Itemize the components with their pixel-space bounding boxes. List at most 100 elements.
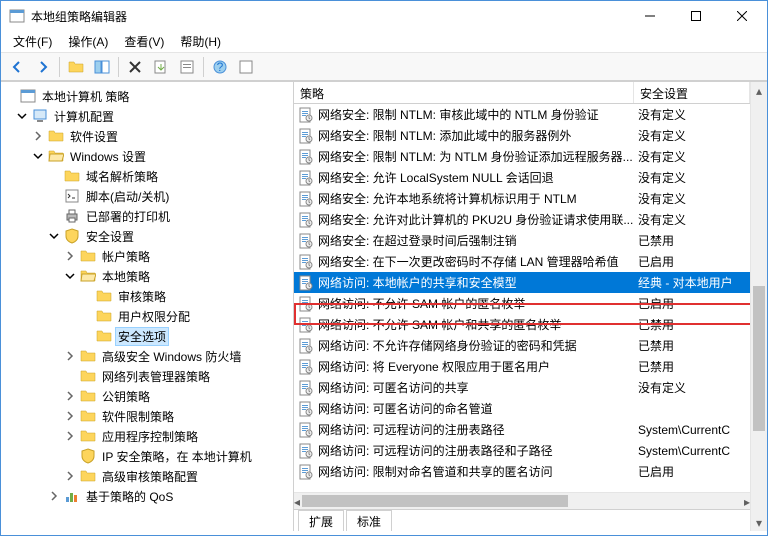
- list-row[interactable]: 网络访问: 可匿名访问的命名管道: [294, 398, 750, 419]
- scroll-thumb-h[interactable]: [302, 495, 568, 507]
- titlebar[interactable]: 本地组策略编辑器: [1, 1, 767, 31]
- toggle-icon[interactable]: [63, 469, 77, 483]
- minimize-button[interactable]: [627, 1, 673, 31]
- policy-name: 网络访问: 本地帐户的共享和安全模型: [318, 274, 638, 291]
- policy-icon: [298, 464, 314, 480]
- tree-ipsec[interactable]: IP 安全策略，在 本地计算机: [1, 446, 293, 466]
- tree-root[interactable]: 本地计算机 策略: [1, 86, 293, 106]
- list-row[interactable]: 网络访问: 不允许 SAM 帐户和共享的匿名枚举已禁用: [294, 314, 750, 335]
- policy-icon: [298, 149, 314, 165]
- tree-firewall[interactable]: 高级安全 Windows 防火墙: [1, 346, 293, 366]
- policy-setting: 经典 - 对本地用户: [638, 274, 750, 291]
- policy-name: 网络安全: 限制 NTLM: 审核此域中的 NTLM 身份验证: [318, 106, 638, 123]
- list-row[interactable]: 网络访问: 可匿名访问的共享没有定义: [294, 377, 750, 398]
- tree-local-policies[interactable]: 本地策略: [1, 266, 293, 286]
- up-button[interactable]: [64, 55, 88, 79]
- tree-scripts[interactable]: 脚本(启动/关机): [1, 186, 293, 206]
- policy-icon: [298, 338, 314, 354]
- menu-action[interactable]: 操作(A): [60, 31, 116, 52]
- policy-icon: [298, 317, 314, 333]
- tree-user-rights[interactable]: 用户权限分配: [1, 306, 293, 326]
- policy-icon: [298, 170, 314, 186]
- list-row[interactable]: 网络安全: 允许对此计算机的 PKU2U 身份验证请求使用联...没有定义: [294, 209, 750, 230]
- tab-standard[interactable]: 标准: [346, 510, 392, 531]
- tree-pubkey[interactable]: 公钥策略: [1, 386, 293, 406]
- tree-audit-policy[interactable]: 审核策略: [1, 286, 293, 306]
- toggle-icon[interactable]: [47, 489, 61, 503]
- maximize-button[interactable]: [673, 1, 719, 31]
- scroll-thumb-v[interactable]: [753, 286, 765, 431]
- menu-file[interactable]: 文件(F): [5, 31, 60, 52]
- tree-nlm[interactable]: 网络列表管理器策略: [1, 366, 293, 386]
- list-row[interactable]: 网络安全: 限制 NTLM: 审核此域中的 NTLM 身份验证没有定义: [294, 104, 750, 125]
- list-row[interactable]: 网络访问: 不允许 SAM 帐户的匿名枚举已启用: [294, 293, 750, 314]
- scroll-up-button[interactable]: ▴: [751, 82, 767, 99]
- tabs: 扩展 标准: [294, 509, 750, 531]
- list-row[interactable]: 网络访问: 将 Everyone 权限应用于匿名用户已禁用: [294, 356, 750, 377]
- toggle-icon[interactable]: [63, 429, 77, 443]
- tree-dns[interactable]: 域名解析策略: [1, 166, 293, 186]
- list-row[interactable]: 网络安全: 在下一次更改密码时不存储 LAN 管理器哈希值已启用: [294, 251, 750, 272]
- tree-printers[interactable]: 已部署的打印机: [1, 206, 293, 226]
- list-row[interactable]: 网络安全: 在超过登录时间后强制注销已禁用: [294, 230, 750, 251]
- export-button[interactable]: [149, 55, 173, 79]
- help-button[interactable]: ?: [208, 55, 232, 79]
- tree-qos[interactable]: 基于策略的 QoS: [1, 486, 293, 506]
- toggle-icon[interactable]: [63, 249, 77, 263]
- policy-setting: 已启用: [638, 253, 750, 270]
- policy-name: 网络安全: 在下一次更改密码时不存储 LAN 管理器哈希值: [318, 253, 638, 270]
- policy-name: 网络安全: 限制 NTLM: 为 NTLM 身份验证添加远程服务器...: [318, 148, 638, 165]
- list-row[interactable]: 网络访问: 不允许存储网络身份验证的密码和凭据已禁用: [294, 335, 750, 356]
- tree-account-policies[interactable]: 帐户策略: [1, 246, 293, 266]
- policy-name: 网络访问: 不允许 SAM 帐户的匿名枚举: [318, 295, 638, 312]
- policy-setting: 没有定义: [638, 379, 750, 396]
- list-row[interactable]: 网络安全: 允许本地系统将计算机标识用于 NTLM没有定义: [294, 188, 750, 209]
- list-body[interactable]: 网络安全: 限制 NTLM: 审核此域中的 NTLM 身份验证没有定义网络安全:…: [294, 104, 750, 492]
- toggle-icon[interactable]: [63, 389, 77, 403]
- tree-swrestrict[interactable]: 软件限制策略: [1, 406, 293, 426]
- toggle-icon[interactable]: [63, 409, 77, 423]
- policy-icon: [298, 107, 314, 123]
- tree-security-settings[interactable]: 安全设置: [1, 226, 293, 246]
- list-row[interactable]: 网络安全: 允许 LocalSystem NULL 会话回退没有定义: [294, 167, 750, 188]
- toggle-icon[interactable]: [63, 269, 77, 283]
- tree-computer-config[interactable]: 计算机配置: [1, 106, 293, 126]
- menu-view[interactable]: 查看(V): [116, 31, 172, 52]
- back-button[interactable]: [5, 55, 29, 79]
- tree-security-options[interactable]: 安全选项: [1, 326, 293, 346]
- vertical-scrollbar[interactable]: ▴ ▾: [750, 82, 767, 531]
- close-button[interactable]: [719, 1, 765, 31]
- list-row[interactable]: 网络访问: 限制对命名管道和共享的匿名访问已启用: [294, 461, 750, 482]
- list-row[interactable]: 网络安全: 限制 NTLM: 为 NTLM 身份验证添加远程服务器...没有定义: [294, 146, 750, 167]
- refresh-button[interactable]: [234, 55, 258, 79]
- list-row[interactable]: 网络访问: 本地帐户的共享和安全模型经典 - 对本地用户: [294, 272, 750, 293]
- toggle-icon[interactable]: [47, 229, 61, 243]
- show-hide-tree-button[interactable]: [90, 55, 114, 79]
- tree-advaudit[interactable]: 高级审核策略配置: [1, 466, 293, 486]
- policy-icon: [298, 359, 314, 375]
- toggle-icon[interactable]: [63, 349, 77, 363]
- tab-extended[interactable]: 扩展: [298, 510, 344, 531]
- forward-button[interactable]: [31, 55, 55, 79]
- policy-icon: [298, 128, 314, 144]
- statusbar: [1, 531, 767, 535]
- column-policy[interactable]: 策略: [294, 82, 634, 103]
- policy-name: 网络安全: 允许 LocalSystem NULL 会话回退: [318, 169, 638, 186]
- menu-help[interactable]: 帮助(H): [172, 31, 229, 52]
- tree-appctrl[interactable]: 应用程序控制策略: [1, 426, 293, 446]
- toggle-icon[interactable]: [31, 129, 45, 143]
- toggle-icon[interactable]: [31, 149, 45, 163]
- tree-pane[interactable]: 本地计算机 策略 计算机配置 软件设置 Windows 设置 域名解析策略 脚本…: [1, 82, 294, 531]
- tree-windows-settings[interactable]: Windows 设置: [1, 146, 293, 166]
- column-setting[interactable]: 安全设置: [634, 82, 750, 103]
- tree-software-settings[interactable]: 软件设置: [1, 126, 293, 146]
- delete-button[interactable]: [123, 55, 147, 79]
- list-row[interactable]: 网络访问: 可远程访问的注册表路径System\CurrentC: [294, 419, 750, 440]
- menubar: 文件(F) 操作(A) 查看(V) 帮助(H): [1, 31, 767, 53]
- scroll-down-button[interactable]: ▾: [751, 514, 767, 531]
- horizontal-scrollbar[interactable]: ◂ ▸: [294, 492, 750, 509]
- list-row[interactable]: 网络安全: 限制 NTLM: 添加此域中的服务器例外没有定义: [294, 125, 750, 146]
- list-row[interactable]: 网络访问: 可远程访问的注册表路径和子路径System\CurrentC: [294, 440, 750, 461]
- toggle-icon[interactable]: [15, 109, 29, 123]
- properties-button[interactable]: [175, 55, 199, 79]
